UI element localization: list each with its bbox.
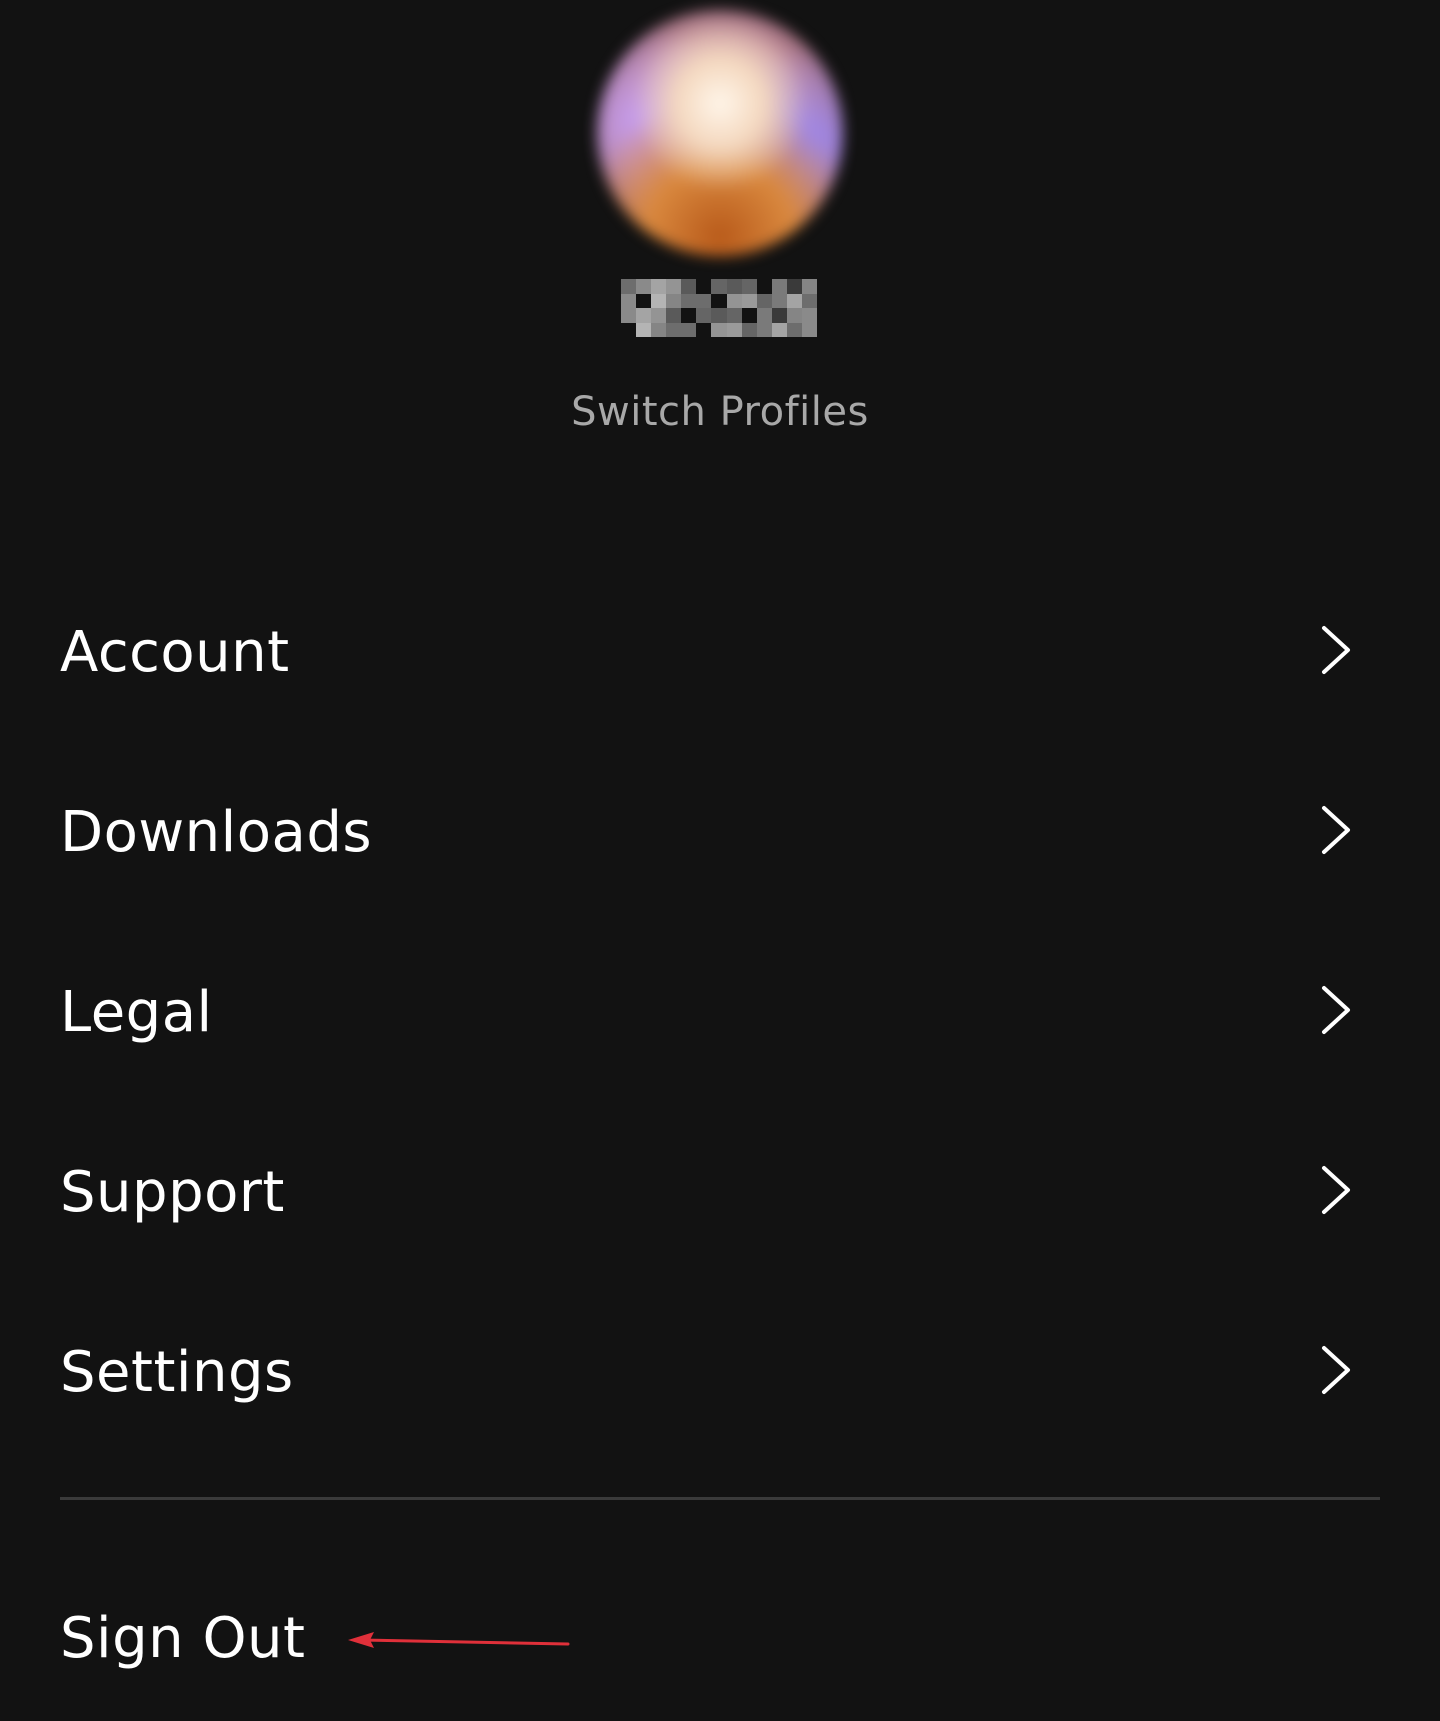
redaction-pixel — [726, 322, 742, 337]
redaction-pixel — [666, 308, 682, 323]
redaction-pixel — [636, 308, 652, 323]
redaction-pixel — [801, 322, 817, 337]
redaction-pixel — [801, 279, 817, 294]
redaction-pixel — [756, 279, 772, 294]
sign-out-button[interactable]: Sign Out — [60, 1604, 305, 1674]
redaction-pixel — [666, 322, 682, 337]
redaction-pixel — [696, 279, 712, 294]
redaction-pixel — [696, 322, 712, 337]
redaction-pixel — [681, 308, 697, 323]
redaction-pixel — [726, 293, 742, 308]
redaction-pixel — [786, 322, 802, 337]
menu-item-label: Support — [60, 1160, 285, 1225]
redaction-pixel — [771, 322, 787, 337]
chevron-right-icon — [1322, 1346, 1350, 1394]
redaction-pixel — [741, 322, 757, 337]
avatar[interactable] — [597, 10, 843, 256]
redaction-pixel — [666, 279, 682, 294]
redaction-pixel — [651, 279, 667, 294]
redaction-pixel — [756, 322, 772, 337]
redaction-pixel — [726, 308, 742, 323]
redaction-pixel — [666, 293, 682, 308]
menu-item-account[interactable]: Account — [0, 560, 1440, 740]
redaction-pixel — [771, 308, 787, 323]
redaction-pixel — [696, 308, 712, 323]
redaction-pixel — [771, 279, 787, 294]
redaction-pixel — [756, 293, 772, 308]
profile-section: Switch Profiles — [0, 0, 1440, 470]
username-redacted — [621, 279, 817, 337]
menu-item-legal[interactable]: Legal — [0, 920, 1440, 1100]
redaction-pixel — [771, 293, 787, 308]
redaction-pixel — [711, 279, 727, 294]
account-menu-page: Switch Profiles Account Downloads Legal … — [0, 0, 1440, 1721]
redaction-pixel — [636, 322, 652, 337]
divider — [60, 1497, 1380, 1500]
redaction-pixel — [711, 322, 727, 337]
redaction-pixel — [621, 279, 637, 294]
menu-item-label: Settings — [60, 1340, 294, 1405]
redaction-pixel — [681, 279, 697, 294]
redaction-pixel — [801, 308, 817, 323]
redaction-pixel — [621, 293, 637, 308]
redaction-pixel — [801, 293, 817, 308]
redaction-pixel — [711, 293, 727, 308]
redaction-pixel — [651, 322, 667, 337]
redaction-pixel — [651, 293, 667, 308]
settings-menu: Account Downloads Legal Support Settings — [0, 560, 1440, 1460]
chevron-right-icon — [1322, 986, 1350, 1034]
redaction-pixel — [726, 279, 742, 294]
redaction-pixel — [786, 308, 802, 323]
redaction-pixel — [636, 293, 652, 308]
redaction-pixel — [621, 308, 637, 323]
redaction-pixel — [636, 279, 652, 294]
menu-item-label: Account — [60, 620, 290, 685]
redaction-pixel — [681, 293, 697, 308]
menu-item-label: Legal — [60, 980, 213, 1045]
redaction-pixel — [786, 293, 802, 308]
redaction-pixel — [786, 279, 802, 294]
redaction-pixel — [621, 322, 637, 337]
redaction-pixel — [681, 322, 697, 337]
redaction-pixel — [741, 308, 757, 323]
redaction-pixel — [696, 293, 712, 308]
switch-profiles-link[interactable]: Switch Profiles — [0, 384, 1440, 440]
menu-item-label: Downloads — [60, 800, 373, 865]
menu-item-settings[interactable]: Settings — [0, 1280, 1440, 1460]
redaction-pixel — [741, 279, 757, 294]
redaction-pixel — [651, 308, 667, 323]
redaction-pixel — [741, 293, 757, 308]
menu-item-downloads[interactable]: Downloads — [0, 740, 1440, 920]
redaction-pixel — [756, 308, 772, 323]
chevron-right-icon — [1322, 1166, 1350, 1214]
annotation-arrow-icon — [348, 1632, 570, 1648]
chevron-right-icon — [1322, 806, 1350, 854]
menu-item-support[interactable]: Support — [0, 1100, 1440, 1280]
chevron-right-icon — [1322, 626, 1350, 674]
redaction-pixel — [711, 308, 727, 323]
